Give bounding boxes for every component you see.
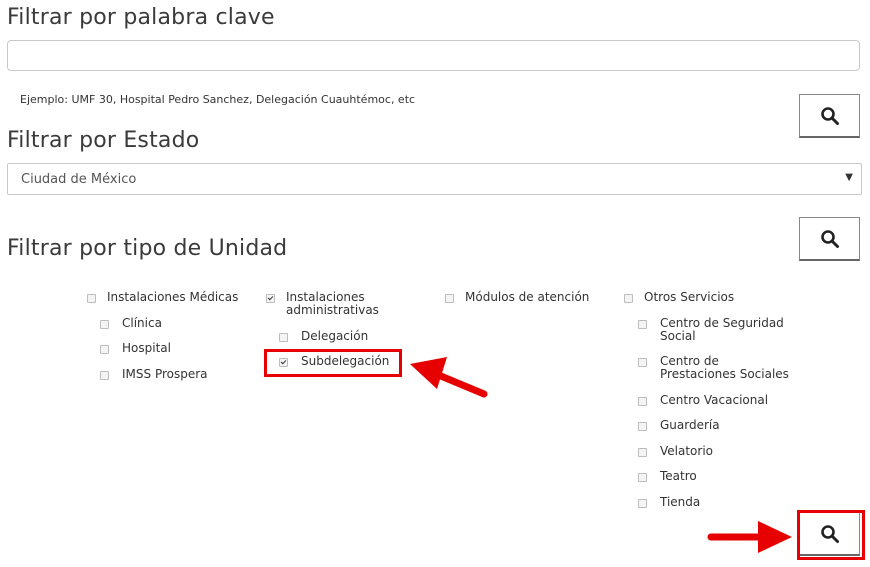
checkbox-clinica[interactable]: Clínica <box>100 317 162 330</box>
checkbox-velatorio[interactable]: Velatorio <box>638 445 713 458</box>
highlight-box-search-button <box>797 510 865 560</box>
arrow-icon <box>410 357 488 398</box>
state-select-value: Ciudad de México <box>21 171 137 187</box>
keyword-search-input[interactable] <box>7 40 860 71</box>
checkbox[interactable] <box>638 320 647 329</box>
checkbox-label: Tienda <box>660 495 701 509</box>
checkbox-label: Delegación <box>301 329 369 343</box>
checkbox[interactable] <box>445 294 454 303</box>
keyword-filter-title: Filtrar por palabra clave <box>7 5 275 30</box>
checkbox-centro-vacacional[interactable]: Centro Vacacional <box>638 394 768 407</box>
checkbox[interactable] <box>638 422 647 431</box>
checkbox-imss-prospera[interactable]: IMSS Prospera <box>100 368 208 381</box>
checkbox-label: Centro de Prestaciones Sociales <box>660 354 789 381</box>
checkbox-label: Centro de Seguridad Social <box>660 316 784 343</box>
checkbox-label: Clínica <box>122 316 162 330</box>
checkbox[interactable] <box>638 397 647 406</box>
checkbox[interactable] <box>638 499 647 508</box>
checkbox-modulos-atencion[interactable]: Módulos de atención <box>445 291 589 304</box>
checkbox-delegacion[interactable]: Delegación <box>279 330 368 343</box>
keyword-search-button[interactable] <box>799 94 860 138</box>
checkbox[interactable] <box>87 294 96 303</box>
checkbox-teatro[interactable]: Teatro <box>638 470 697 483</box>
arrow-icon <box>707 521 792 553</box>
checkbox-label: Centro Vacacional <box>660 393 769 407</box>
checkbox-hospital[interactable]: Hospital <box>100 342 171 355</box>
search-icon <box>820 106 839 125</box>
checkbox[interactable] <box>279 333 288 342</box>
checkbox-label: Instalaciones Médicas <box>107 290 239 304</box>
checkbox-centro-prestaciones-sociales[interactable]: Centro de Prestaciones Sociales <box>638 355 789 381</box>
checkbox[interactable] <box>638 448 647 457</box>
chevron-down-icon: ▼ <box>845 172 853 183</box>
checkbox-tienda[interactable]: Tienda <box>638 496 700 509</box>
unit-filter-title: Filtrar por tipo de Unidad <box>7 236 288 261</box>
checkbox-label: Instalaciones administrativas <box>286 290 379 317</box>
checkbox-label: Teatro <box>660 469 697 483</box>
checkbox-otros-servicios[interactable]: Otros Servicios <box>624 291 734 304</box>
checkbox-label: Otros Servicios <box>644 290 735 304</box>
checkbox-label: Velatorio <box>660 444 714 458</box>
keyword-hint: Ejemplo: UMF 30, Hospital Pedro Sanchez,… <box>20 93 416 106</box>
checkbox[interactable] <box>100 345 109 354</box>
checkbox-label: Hospital <box>122 341 171 355</box>
checkbox-instalaciones-administrativas[interactable]: Instalaciones administrativas <box>266 291 379 317</box>
checkbox-guarderia[interactable]: Guardería <box>638 419 720 432</box>
checkbox-label: Módulos de atención <box>465 290 590 304</box>
state-search-button[interactable] <box>799 217 860 261</box>
highlight-box-subdelegacion <box>264 349 402 377</box>
state-select[interactable]: Ciudad de México ▼ <box>7 163 862 195</box>
annotation-arrows <box>410 357 792 553</box>
checkbox[interactable] <box>638 473 647 482</box>
checkbox[interactable] <box>266 294 275 303</box>
checkbox-label: IMSS Prospera <box>122 367 208 381</box>
checkbox[interactable] <box>638 358 647 367</box>
search-icon <box>820 229 839 248</box>
checkbox-label: Guardería <box>660 418 720 432</box>
checkbox-centro-seguridad-social[interactable]: Centro de Seguridad Social <box>638 317 784 343</box>
state-filter-title: Filtrar por Estado <box>7 128 200 153</box>
checkbox[interactable] <box>100 371 109 380</box>
checkbox-instalaciones-medicas[interactable]: Instalaciones Médicas <box>87 291 238 304</box>
checkbox[interactable] <box>624 294 633 303</box>
checkbox[interactable] <box>100 320 109 329</box>
